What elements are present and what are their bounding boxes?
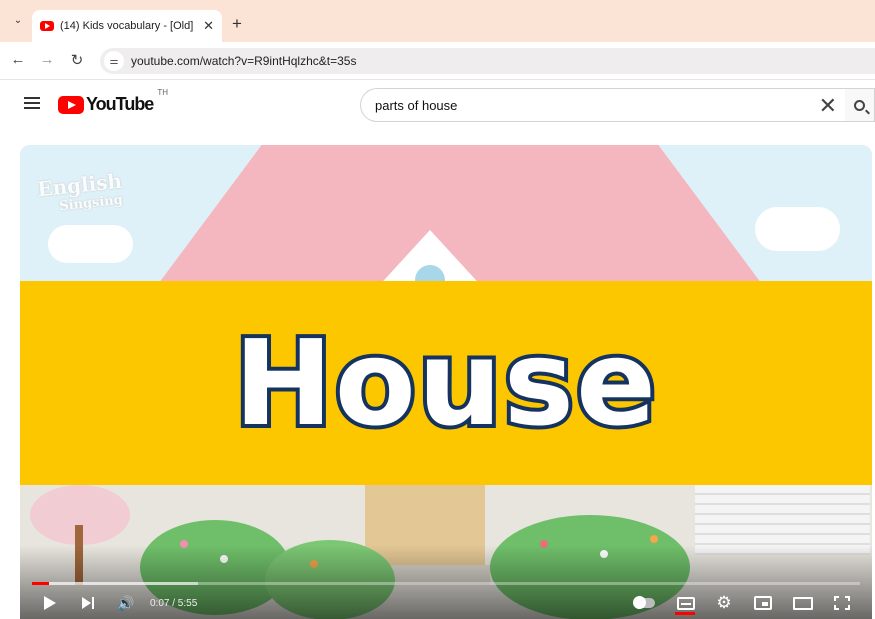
- back-arrow-icon[interactable]: ←: [8, 51, 28, 68]
- video-player[interactable]: English Singsing House 🔊 0:07 / 5:55 ⚙: [20, 145, 872, 619]
- video-title-text: House: [230, 310, 660, 456]
- browser-tabstrip: ⌄ (14) Kids vocabulary - [Old] Ho ✕ +: [0, 0, 875, 42]
- tab-close-icon[interactable]: ✕: [203, 18, 214, 34]
- youtube-favicon-icon: [40, 21, 54, 31]
- theater-mode-button[interactable]: [791, 593, 815, 613]
- search-button[interactable]: [845, 88, 875, 122]
- cloud-right: [755, 207, 840, 251]
- autoplay-toggle[interactable]: [632, 593, 656, 613]
- youtube-logo-text: YouTube: [86, 94, 154, 114]
- progress-bar[interactable]: [32, 582, 860, 585]
- flower: [650, 535, 658, 543]
- play-button[interactable]: [40, 593, 60, 613]
- search-icon: [854, 99, 865, 111]
- address-bar[interactable]: ⚌ youtube.com/watch?v=R9intHqlzhc&t=35s: [100, 48, 875, 74]
- browser-tab-active[interactable]: (14) Kids vocabulary - [Old] Ho ✕: [32, 10, 222, 42]
- browser-toolbar: ← → ↻ ⚌ youtube.com/watch?v=R9intHqlzhc&…: [0, 42, 875, 80]
- menu-icon[interactable]: [24, 97, 40, 109]
- play-icon: [44, 596, 56, 610]
- fullscreen-button[interactable]: [832, 593, 852, 613]
- captions-icon: [677, 596, 695, 610]
- fullscreen-icon: [834, 596, 850, 610]
- cloud-left: [48, 225, 133, 263]
- reload-icon[interactable]: ↻: [67, 51, 87, 69]
- gear-icon: ⚙: [716, 593, 732, 612]
- volume-icon: 🔊: [117, 594, 135, 611]
- video-title-art: House: [20, 281, 872, 485]
- subtitles-button[interactable]: [675, 593, 697, 615]
- youtube-masthead: YouTube TH parts of house ✕: [0, 81, 875, 129]
- forward-arrow-icon[interactable]: →: [37, 51, 57, 68]
- youtube-play-logo-icon: [58, 95, 84, 114]
- time-display: 0:07 / 5:55: [150, 598, 198, 609]
- url-text[interactable]: youtube.com/watch?v=R9intHqlzhc&t=35s: [131, 54, 356, 68]
- settings-button[interactable]: ⚙: [714, 593, 734, 613]
- miniplayer-button[interactable]: [752, 593, 774, 613]
- tab-search-dropdown-icon[interactable]: ⌄: [8, 10, 28, 30]
- miniplayer-icon: [754, 596, 772, 610]
- theater-mode-icon: [793, 596, 813, 610]
- youtube-logo[interactable]: YouTube TH: [58, 88, 168, 115]
- progress-played: [32, 582, 49, 585]
- autoplay-switch-icon: [633, 596, 655, 609]
- next-button[interactable]: [78, 593, 98, 613]
- volume-button[interactable]: 🔊: [116, 593, 136, 613]
- search-query[interactable]: parts of house: [375, 98, 457, 113]
- site-info-icon[interactable]: ⚌: [104, 51, 124, 71]
- tab-title: (14) Kids vocabulary - [Old] Ho: [60, 20, 195, 32]
- new-tab-button[interactable]: +: [232, 14, 242, 34]
- next-icon: [82, 597, 94, 609]
- clear-search-icon[interactable]: ✕: [819, 93, 837, 119]
- captions-active-indicator: [675, 612, 695, 615]
- search-input[interactable]: parts of house ✕: [360, 88, 845, 122]
- title-banner: House: [20, 281, 872, 485]
- country-code: TH: [157, 88, 168, 97]
- progress-buffered: [32, 582, 198, 585]
